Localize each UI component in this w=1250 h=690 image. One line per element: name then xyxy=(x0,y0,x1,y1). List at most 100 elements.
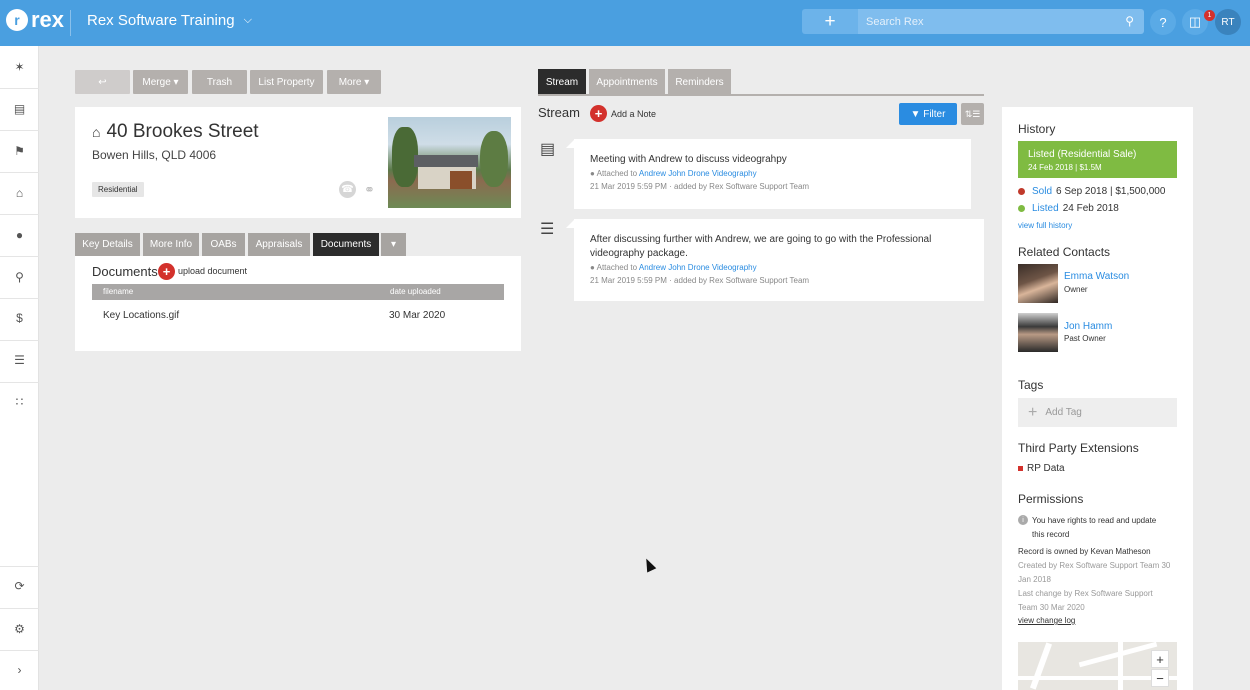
upload-document-label[interactable]: upload document xyxy=(178,266,247,276)
appointment-calendar-icon: ▤ xyxy=(540,141,556,158)
extension-item[interactable]: RP Data xyxy=(1018,463,1065,474)
filter-funnel-icon: ▼ xyxy=(910,108,921,120)
sidebar-finance-icon[interactable]: $ xyxy=(0,308,39,328)
photo-tree xyxy=(480,131,508,187)
column-header-filename[interactable]: filename xyxy=(103,287,133,296)
sidebar-leads-icon[interactable]: ⚲ xyxy=(0,267,39,287)
tab-underline xyxy=(538,94,984,96)
tab-label: Documents xyxy=(320,239,372,250)
filter-button[interactable]: ▼ Filter xyxy=(899,103,957,125)
tab-label: Key Details xyxy=(82,239,133,250)
tab-label: Stream xyxy=(545,76,579,88)
back-button[interactable]: ↩ xyxy=(75,70,130,94)
merge-button[interactable]: Merge ▾ xyxy=(133,70,188,94)
minus-icon: − xyxy=(1156,670,1164,686)
contact-photo[interactable] xyxy=(1018,264,1058,303)
tab-label: OABs xyxy=(210,239,237,250)
inbox-icon: ◫ xyxy=(1188,14,1202,29)
history-status-link[interactable]: Listed xyxy=(1032,203,1059,214)
list-property-button[interactable]: List Property xyxy=(250,70,323,94)
attached-contact-link[interactable]: Andrew John Drone Videography xyxy=(639,169,757,178)
extension-marker-icon xyxy=(1018,466,1023,471)
view-full-history-link[interactable]: view full history xyxy=(1018,221,1072,230)
phone-icon[interactable]: ☎ xyxy=(339,181,356,198)
upload-document-button[interactable]: + xyxy=(158,263,175,280)
related-contacts-title: Related Contacts xyxy=(1018,245,1111,259)
add-note-button[interactable]: + xyxy=(590,105,607,122)
sidebar-calendar-icon[interactable]: ▤ xyxy=(0,99,39,119)
account-switcher[interactable]: Rex Software Training ⌵ xyxy=(87,12,252,29)
attached-contact-link[interactable]: Andrew John Drone Videography xyxy=(639,263,757,272)
add-tag-label: Add Tag xyxy=(1045,407,1082,418)
column-header-date-uploaded[interactable]: date uploaded xyxy=(390,287,441,296)
tab-label: Reminders xyxy=(675,76,724,88)
contact-photo[interactable] xyxy=(1018,313,1058,352)
listing-title: Listed (Residential Sale) xyxy=(1028,149,1137,160)
add-tag-button[interactable]: + Add Tag xyxy=(1018,398,1177,427)
tab-stream[interactable]: Stream xyxy=(538,69,586,95)
document-date: 30 Mar 2020 xyxy=(389,310,446,321)
add-note-label[interactable]: Add a Note xyxy=(611,109,656,119)
entry-notch xyxy=(566,220,574,228)
document-filename[interactable]: Key Locations.gif xyxy=(103,310,179,321)
filter-label: Filter xyxy=(923,108,946,120)
history-row: Listed 24 Feb 2018 xyxy=(1018,203,1119,214)
map-zoom-in-button[interactable]: + xyxy=(1151,650,1169,668)
caret-down-icon: ▾ xyxy=(390,239,397,250)
sidebar-apps-grid-icon[interactable]: ∷ xyxy=(0,392,39,412)
tab-appointments[interactable]: Appointments xyxy=(589,69,665,95)
sidebar-expand-chevron-icon[interactable]: › xyxy=(0,660,39,680)
history-status-link[interactable]: Sold xyxy=(1032,186,1052,197)
contact-role: Owner xyxy=(1064,285,1088,294)
property-photo[interactable] xyxy=(388,117,511,208)
last-change-line1: Last change by Rex Software Support xyxy=(1018,589,1153,598)
view-change-log-link[interactable]: view change log xyxy=(1018,616,1075,625)
stream-entry-text: After discussing further with Andrew, we… xyxy=(590,234,932,259)
sidebar-divider xyxy=(0,256,39,257)
global-search-input[interactable]: Search Rex ⚲ xyxy=(858,9,1144,34)
sidebar-divider xyxy=(0,214,39,215)
sidebar-activity-icon[interactable]: ✶ xyxy=(0,57,39,77)
plus-icon: + xyxy=(594,106,603,121)
permissions-rights-line2: this record xyxy=(1032,530,1070,539)
rex-logo-icon: r xyxy=(6,9,28,31)
more-button[interactable]: More ▾ xyxy=(327,70,381,94)
tab-reminders[interactable]: Reminders xyxy=(668,69,731,95)
tab-documents[interactable]: Documents xyxy=(313,233,379,256)
sidebar-settings-gear-icon[interactable]: ⚙ xyxy=(0,619,39,639)
owned-prefix: Record is owned by xyxy=(1018,547,1089,556)
sort-button[interactable]: ⇅☰ xyxy=(961,103,984,125)
current-listing-box[interactable]: Listed (Residential Sale) 24 Feb 2018 | … xyxy=(1018,141,1177,178)
sidebar-refresh-icon[interactable]: ⟳ xyxy=(0,576,39,596)
note-lines-icon: ☰ xyxy=(540,221,555,238)
topbar-divider xyxy=(70,10,71,36)
chevron-down-icon: ⌵ xyxy=(243,14,252,26)
tab-overflow-dropdown[interactable]: ▾ xyxy=(381,233,406,256)
link-icon[interactable]: ⚭ xyxy=(361,181,378,198)
sidebar-divider xyxy=(0,172,39,173)
sidebar-reports-icon[interactable]: ☰ xyxy=(0,350,39,370)
help-button[interactable]: ? xyxy=(1150,9,1176,35)
tab-oabs[interactable]: OABs xyxy=(202,233,245,256)
sidebar-properties-icon[interactable]: ⌂ xyxy=(0,183,39,203)
global-add-button[interactable]: + xyxy=(802,9,858,34)
photo-roof xyxy=(414,155,478,167)
map-zoom-out-button[interactable]: − xyxy=(1151,669,1169,687)
tab-more-info[interactable]: More Info xyxy=(143,233,199,256)
listing-detail: 24 Feb 2018 | $1.5M xyxy=(1028,163,1102,172)
contact-name-link[interactable]: Emma Watson xyxy=(1064,271,1129,282)
rex-logo[interactable]: r rex xyxy=(6,9,64,31)
trash-button[interactable]: Trash xyxy=(192,70,247,94)
plus-icon: + xyxy=(824,10,836,32)
contact-name-link[interactable]: Jon Hamm xyxy=(1064,321,1112,332)
sidebar-divider xyxy=(0,340,39,341)
tab-key-details[interactable]: Key Details xyxy=(75,233,140,256)
user-avatar[interactable]: RT xyxy=(1215,9,1241,35)
stream-entry-text: Meeting with Andrew to discuss videograh… xyxy=(590,154,787,165)
property-address: ⌂ 40 Brookes Street xyxy=(92,121,259,143)
tab-appraisals[interactable]: Appraisals xyxy=(248,233,310,256)
created-by-line1: Created by Rex Software Support Team 30 xyxy=(1018,561,1171,570)
sidebar-contacts-icon[interactable]: ● xyxy=(0,225,39,245)
sidebar-listings-sign-icon[interactable]: ⚑ xyxy=(0,141,39,161)
sort-icon: ⇅☰ xyxy=(964,108,981,119)
